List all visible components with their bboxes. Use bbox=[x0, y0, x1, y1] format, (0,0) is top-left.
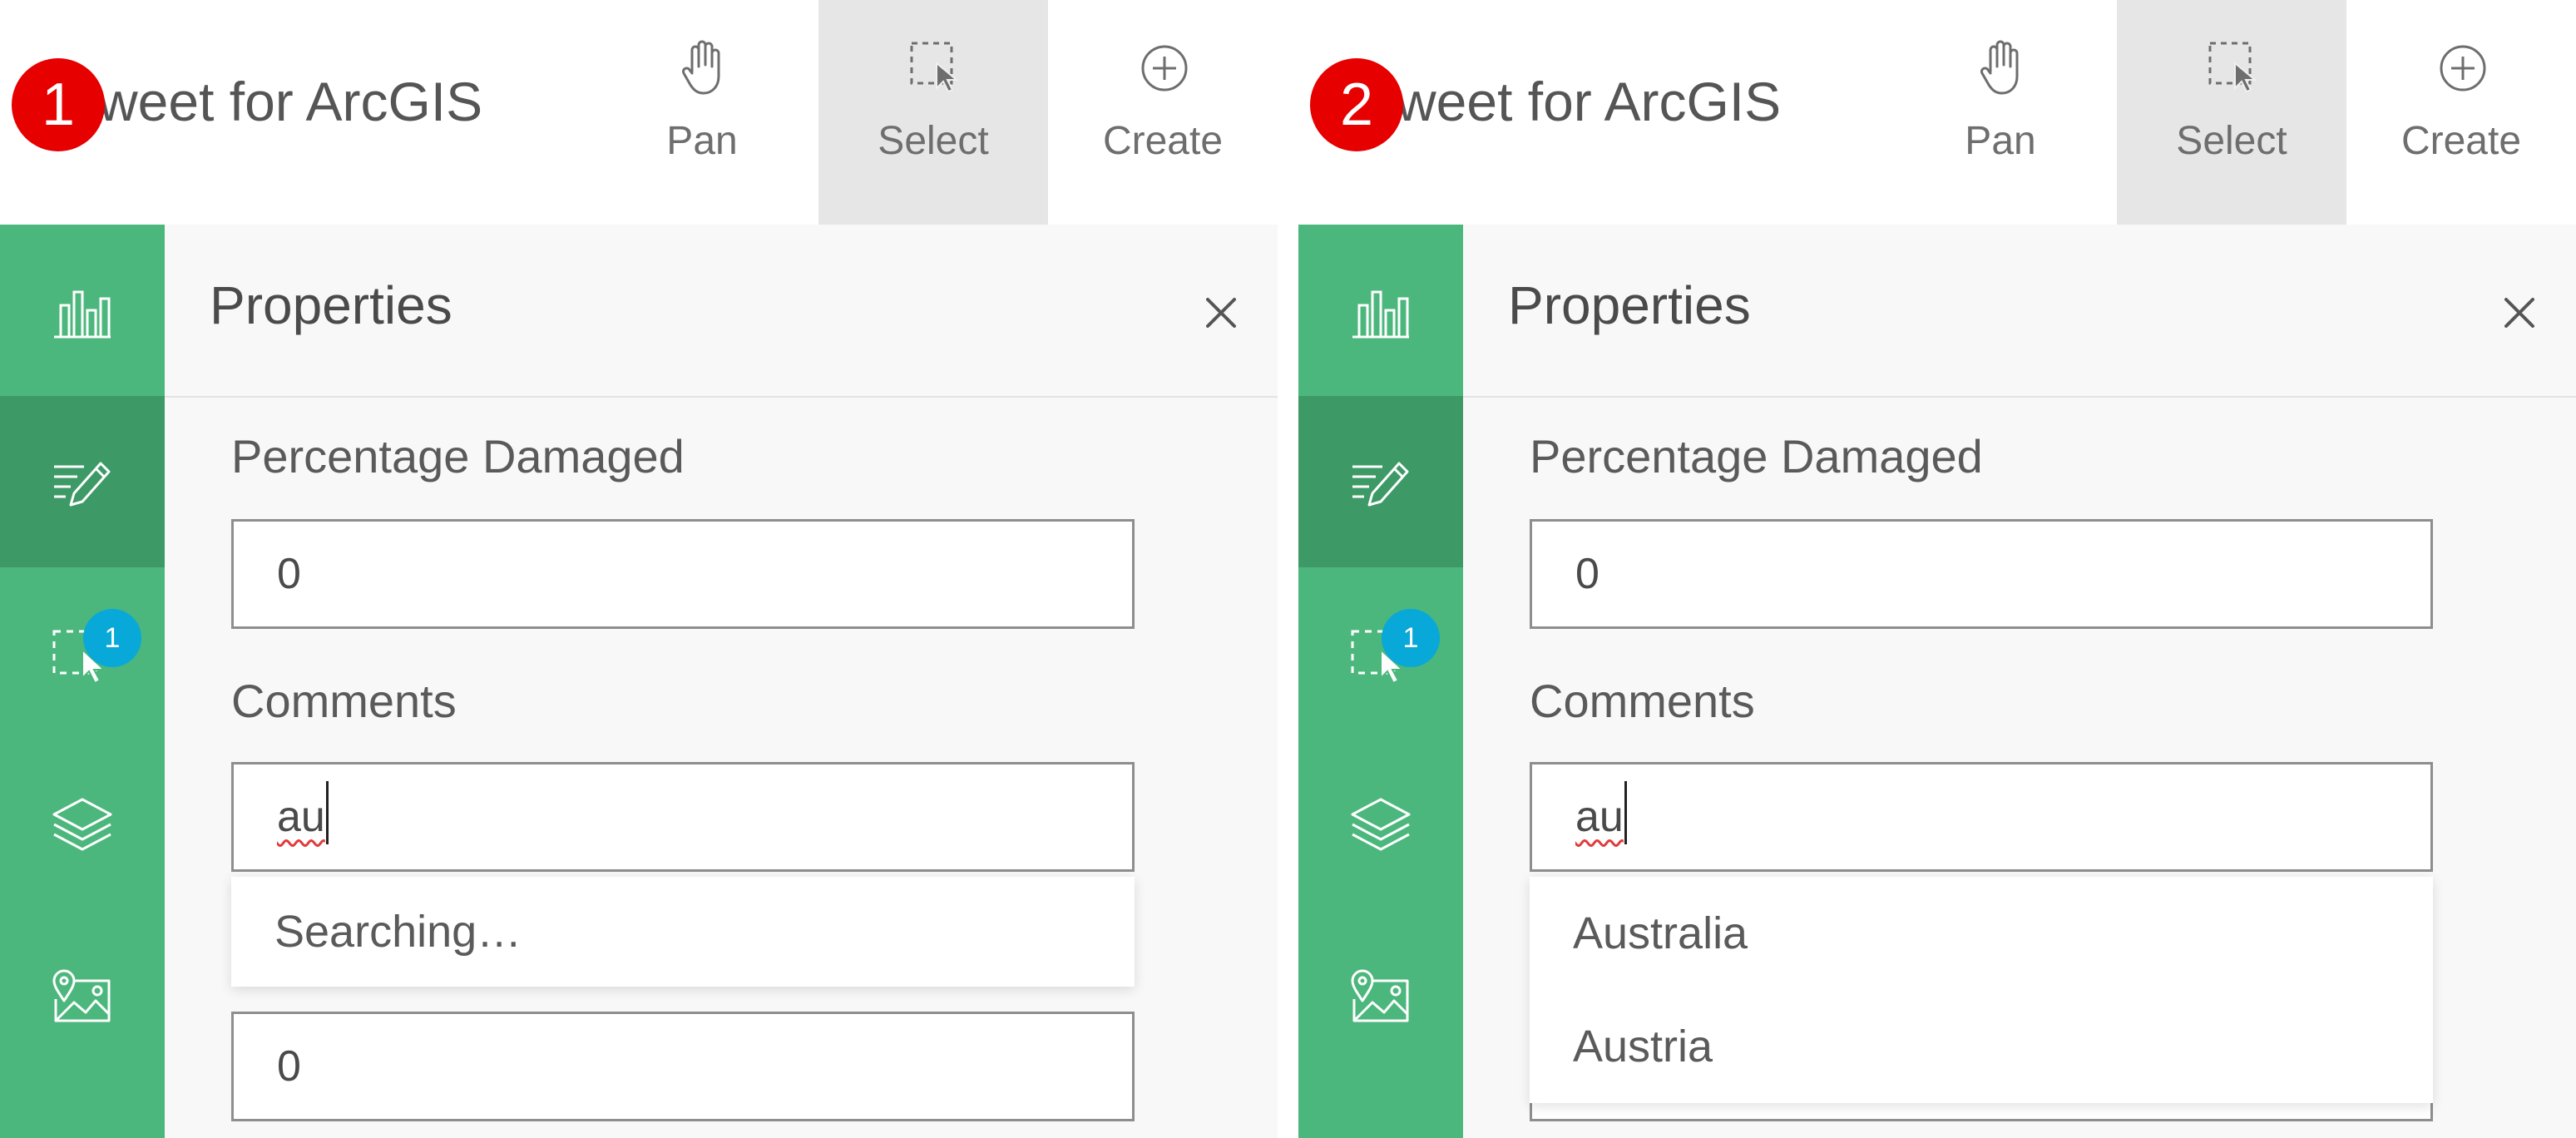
create-label: Create bbox=[2400, 119, 2522, 163]
select-tool-button[interactable]: Select bbox=[2117, 0, 2346, 225]
percentage-damaged-input[interactable]: 0 bbox=[231, 519, 1135, 629]
sidebar-item-basemap[interactable] bbox=[1298, 910, 1463, 1081]
comments-typed-text: au bbox=[277, 793, 325, 841]
dropdown-option-austria[interactable]: Austria bbox=[1530, 990, 2433, 1103]
basemap-icon bbox=[1351, 969, 1409, 1022]
pan-label: Pan bbox=[1965, 119, 2036, 163]
next-field-input[interactable]: 0 bbox=[231, 1012, 1135, 1121]
hand-pan-icon bbox=[1980, 40, 2019, 95]
sidebar-item-chart[interactable] bbox=[0, 225, 165, 396]
dropdown-option-australia[interactable]: Australia bbox=[1530, 877, 2433, 990]
edit-icon bbox=[1352, 462, 1409, 507]
select-label: Select bbox=[878, 119, 989, 163]
sidebar-item-edit[interactable] bbox=[1298, 396, 1463, 567]
text-caret bbox=[325, 781, 329, 844]
selection-count-badge: 1 bbox=[83, 609, 141, 667]
autocomplete-dropdown: Australia Austria bbox=[1530, 877, 2433, 1103]
app-title: weet for ArcGIS bbox=[1397, 71, 1782, 132]
sidebar-item-edit[interactable] bbox=[0, 396, 165, 567]
properties-title: Properties bbox=[1508, 275, 1751, 335]
pan-tool-button[interactable]: Pan bbox=[587, 0, 817, 225]
comments-input[interactable]: au bbox=[1530, 762, 2433, 872]
select-label: Select bbox=[2176, 119, 2287, 163]
sidebar-item-layers[interactable] bbox=[0, 739, 165, 910]
sidebar: 1 bbox=[0, 225, 165, 1138]
close-icon[interactable] bbox=[2494, 288, 2544, 338]
select-box-icon bbox=[2208, 42, 2257, 93]
layers-icon bbox=[52, 798, 112, 851]
percentage-damaged-label: Percentage Damaged bbox=[231, 430, 685, 482]
sidebar-item-selection[interactable]: 1 bbox=[1298, 567, 1463, 739]
autocomplete-dropdown: Searching… bbox=[231, 877, 1135, 987]
comments-typed-text: au bbox=[1575, 793, 1624, 841]
app-title: weet for ArcGIS bbox=[98, 71, 483, 132]
comments-label: Comments bbox=[231, 675, 457, 727]
basemap-icon bbox=[52, 969, 111, 1022]
layers-icon bbox=[1351, 798, 1411, 851]
select-box-icon bbox=[910, 42, 959, 93]
step-badge: 1 bbox=[12, 58, 105, 151]
create-label: Create bbox=[1102, 119, 1224, 163]
sidebar-item-layers[interactable] bbox=[1298, 739, 1463, 910]
comments-input[interactable]: au bbox=[231, 762, 1135, 872]
step-badge: 2 bbox=[1310, 58, 1403, 151]
create-tool-button[interactable]: Create bbox=[2346, 0, 2576, 225]
sidebar-item-selection[interactable]: 1 bbox=[0, 567, 165, 739]
sidebar-item-chart[interactable] bbox=[1298, 225, 1463, 396]
percentage-damaged-input[interactable]: 0 bbox=[1530, 519, 2433, 629]
edit-icon bbox=[54, 462, 111, 507]
percentage-damaged-label: Percentage Damaged bbox=[1530, 430, 1983, 482]
dropdown-searching-status: Searching… bbox=[274, 907, 522, 957]
properties-header: Properties bbox=[165, 225, 1278, 398]
pan-tool-button[interactable]: Pan bbox=[1886, 0, 2115, 225]
hand-pan-icon bbox=[682, 40, 720, 95]
screenshot-panel-1: weet for ArcGIS 1 Pan Select Create 1 Pr… bbox=[0, 0, 1278, 1138]
select-tool-button[interactable]: Select bbox=[818, 0, 1048, 225]
sidebar: 1 bbox=[1298, 225, 1463, 1138]
plus-circle-icon bbox=[2440, 45, 2486, 92]
properties-header: Properties bbox=[1463, 225, 2576, 398]
text-caret bbox=[1624, 781, 1627, 844]
properties-panel: Properties Percentage Damaged 0 Comments… bbox=[165, 225, 1278, 1138]
properties-title: Properties bbox=[210, 275, 452, 335]
chart-icon bbox=[1352, 290, 1409, 339]
plus-circle-icon bbox=[1141, 45, 1188, 92]
top-toolbar: weet for ArcGIS 1 Pan Select Create bbox=[0, 0, 1278, 225]
chart-icon bbox=[54, 290, 111, 339]
sidebar-item-basemap[interactable] bbox=[0, 910, 165, 1081]
properties-panel: Properties Percentage Damaged 0 Comments… bbox=[1463, 225, 2576, 1138]
screenshot-panel-2: weet for ArcGIS 2 Pan Select Create 1 Pr… bbox=[1298, 0, 2576, 1138]
top-toolbar: weet for ArcGIS 2 Pan Select Create bbox=[1298, 0, 2576, 225]
pan-label: Pan bbox=[666, 119, 738, 163]
selection-count-badge: 1 bbox=[1382, 609, 1440, 667]
create-tool-button[interactable]: Create bbox=[1048, 0, 1278, 225]
comments-label: Comments bbox=[1530, 675, 1755, 727]
close-icon[interactable] bbox=[1196, 288, 1246, 338]
